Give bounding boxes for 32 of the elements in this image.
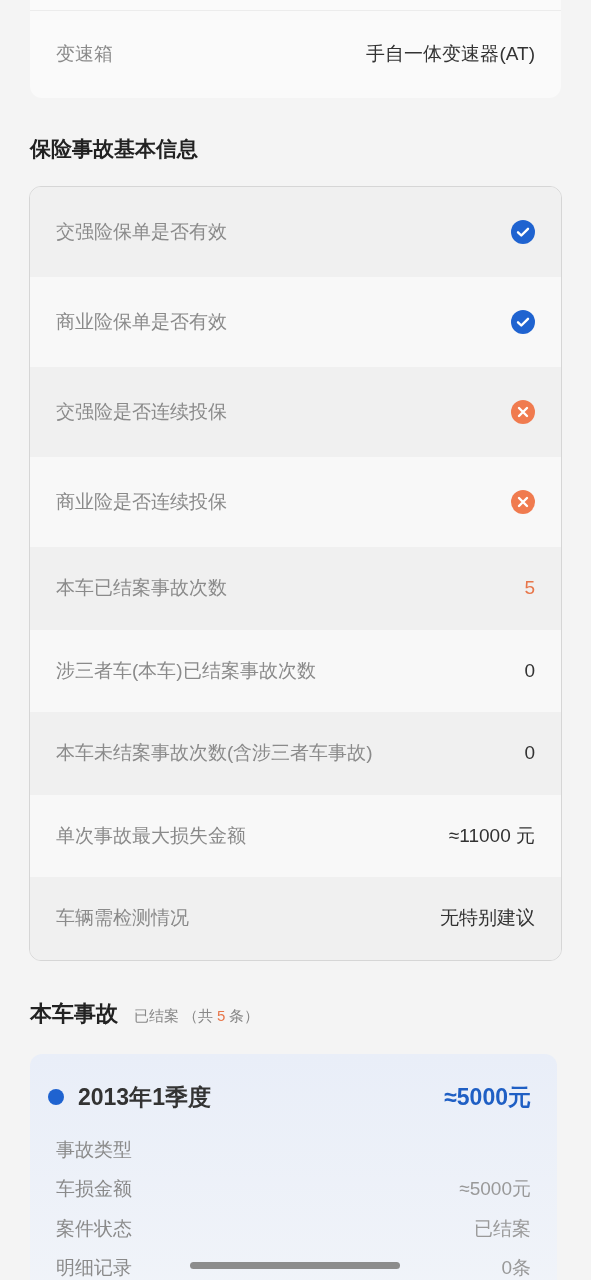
home-indicator[interactable] [190, 1262, 400, 1269]
field-value: 0 [524, 741, 535, 765]
field-label: 案件状态 [56, 1216, 132, 1241]
field-label: 变速箱 [56, 42, 113, 67]
field-label: 商业险是否连续投保 [56, 489, 227, 514]
field-label: 商业险保单是否有效 [56, 309, 227, 334]
count-suffix: 条） [229, 1005, 260, 1026]
field-value: 0 [524, 658, 535, 683]
field-label: 明细记录 [56, 1256, 132, 1280]
field-label: 涉三者车(本车)已结案事故次数 [56, 658, 316, 683]
field-label: 交强险保单是否有效 [56, 219, 227, 244]
field-label: 本车未结案事故次数(含涉三者车事故) [56, 741, 373, 765]
field-value: ≈5000元 [459, 1177, 531, 1201]
section-title: 保险事故基本信息 [30, 136, 199, 162]
field-value: 手自一体变速器(AT) [366, 42, 535, 67]
field-value: 0条 [501, 1256, 531, 1280]
field-value: 无特别建议 [440, 906, 535, 930]
field-value: ≈11000 元 [448, 823, 535, 848]
field-label: 本车已结案事故次数 [56, 576, 227, 600]
count: 5 [217, 1005, 226, 1026]
count-prefix: （共 [183, 1005, 213, 1026]
status-label: 已结案 [134, 1005, 179, 1026]
section-title: 本车事故 [30, 999, 118, 1028]
field-value: 已结案 [474, 1216, 531, 1241]
record-amount: ≈5000元 [444, 1082, 531, 1112]
field-value: 5 [524, 576, 535, 600]
field-label: 车损金额 [56, 1177, 132, 1201]
field-label: 交强险是否连续投保 [56, 399, 227, 424]
field-label: 车辆需检测情况 [56, 906, 189, 930]
field-label: 事故类型 [56, 1137, 132, 1162]
field-label: 单次事故最大损失金额 [56, 823, 246, 848]
record-period: 2013年1季度 [78, 1082, 211, 1112]
